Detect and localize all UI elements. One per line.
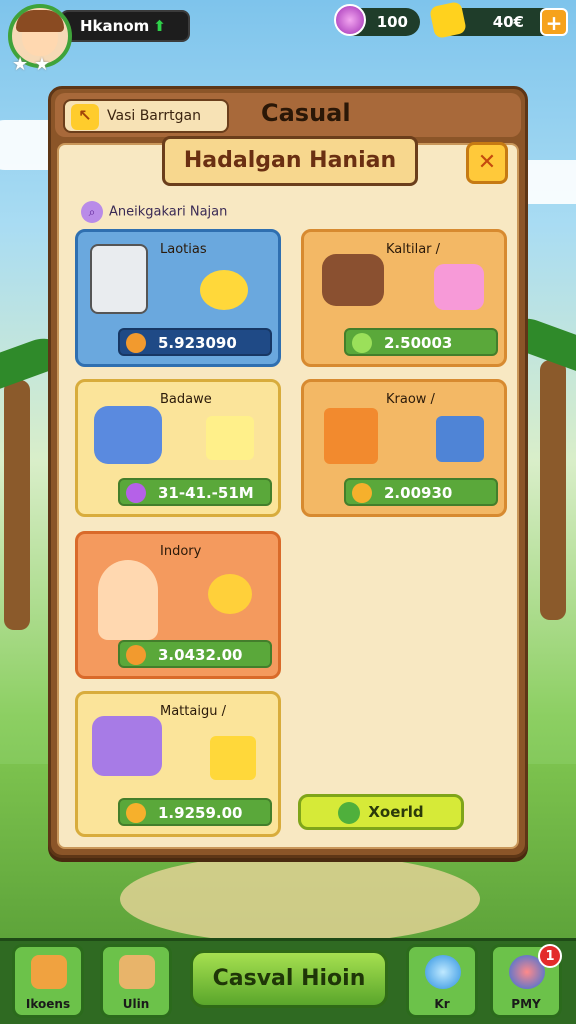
chest-icon [94, 406, 162, 464]
gold-block-icon [206, 416, 254, 460]
nav-label: PMY [511, 997, 541, 1011]
palm-tree [4, 380, 30, 630]
price-tag[interactable]: 31-41.-51M [118, 478, 272, 506]
card-label: Indory [160, 544, 202, 559]
leaf-icon [338, 801, 361, 824]
back-tab[interactable]: ↖ Vasi Barrtgan [63, 99, 229, 133]
chef-character-icon [98, 560, 158, 640]
price-tag[interactable]: 2.50003 [344, 328, 498, 356]
shop-card[interactable]: Mattaigu / 1.9259.00 [75, 691, 281, 837]
price-icon [126, 483, 146, 503]
notification-badge: 1 [538, 944, 562, 968]
arrow-up-icon: ⬆ [153, 17, 166, 35]
box-icon [31, 955, 67, 989]
back-tab-label: Vasi Barrtgan [107, 108, 201, 124]
price-value: 3.0432.00 [158, 646, 243, 664]
price-icon [126, 803, 146, 823]
price-value: 31-41.-51M [158, 484, 254, 502]
price-icon [352, 333, 372, 353]
nav-label: Ikoens [25, 997, 71, 1011]
key-box-icon [436, 416, 484, 462]
heart-icon [208, 574, 252, 614]
avatar-hair [16, 10, 64, 32]
gems-value: 100 [376, 13, 408, 31]
back-arrow-icon: ↖ [71, 104, 99, 130]
shop-card[interactable]: Kraow / 2.00930 [301, 379, 507, 517]
price-value: 1.9259.00 [158, 804, 243, 822]
nav-label: Kr [434, 997, 450, 1011]
blue-orb-icon [425, 955, 461, 989]
nav-shop-button[interactable]: Ulin [100, 944, 172, 1018]
coins-value: 40€ [492, 13, 524, 31]
price-tag[interactable]: 1.9259.00 [118, 798, 272, 826]
add-currency-button[interactable]: + [540, 8, 568, 36]
price-icon [126, 333, 146, 353]
shop-card[interactable]: Indory 3.0432.00 [75, 531, 281, 679]
nav-label: Ulin [122, 997, 150, 1011]
machine-icon [90, 244, 148, 314]
nav-inventory-button[interactable]: Ikoens [12, 944, 84, 1018]
card-label: Kaltilar / [386, 242, 441, 257]
claim-button[interactable]: Xoerld [298, 794, 464, 830]
price-tag[interactable]: 2.00930 [344, 478, 498, 506]
top-bar: Hkanom ⬆ ★ ★ 100 40€ + [0, 0, 576, 80]
card-label: Laotias [160, 242, 207, 257]
avatar-face [16, 10, 64, 56]
player-name: Hkanom [80, 17, 150, 35]
close-button[interactable]: ✕ [466, 142, 508, 184]
palm-tree [540, 360, 566, 620]
nav-orb-button[interactable]: Kr [406, 944, 478, 1018]
player-name-plate[interactable]: Hkanom ⬆ [60, 10, 190, 42]
bag-icon [322, 254, 384, 306]
gem-icon [334, 4, 366, 36]
price-value: 5.923090 [158, 334, 237, 352]
panel-body: ⌕ Aneikgakari Najan Laotias 5.923090 Kalt… [57, 143, 519, 849]
cart-icon [92, 716, 162, 776]
subtitle: ⌕ Aneikgakari Najan [81, 201, 227, 223]
shop-card[interactable]: Laotias 5.923090 [75, 229, 281, 367]
panel-header: ↖ Vasi Barrtgan Casual [55, 93, 521, 137]
star-icons: ★ ★ [12, 54, 50, 75]
search-badge-icon: ⌕ [81, 201, 103, 223]
card-label: Badawe [160, 392, 212, 407]
main-play-button[interactable]: Casval Hioin [190, 950, 388, 1008]
bread-icon [119, 955, 155, 989]
panel-title: Hadalgan Hanian [162, 136, 418, 186]
price-tag[interactable]: 5.923090 [118, 328, 272, 356]
subtitle-text: Aneikgakari Najan [109, 204, 228, 220]
category-title: Casual [261, 99, 351, 127]
dirt-path [120, 854, 480, 944]
claim-button-label: Xoerld [368, 803, 424, 821]
price-icon [352, 483, 372, 503]
gift-box-icon [210, 736, 256, 780]
price-value: 2.50003 [384, 334, 453, 352]
shop-card[interactable]: Kaltilar / 2.50003 [301, 229, 507, 367]
gift-icon [434, 264, 484, 310]
price-icon [126, 645, 146, 665]
robot-icon [200, 270, 248, 310]
shop-panel: ↖ Vasi Barrtgan Casual ⌕ Aneikgakari Naja… [48, 86, 528, 858]
card-label: Mattaigu / [160, 704, 226, 719]
shop-card[interactable]: Badawe 31-41.-51M [75, 379, 281, 517]
card-label: Kraow / [386, 392, 435, 407]
price-value: 2.00930 [384, 484, 453, 502]
crate-icon [324, 408, 378, 464]
price-tag[interactable]: 3.0432.00 [118, 640, 272, 668]
